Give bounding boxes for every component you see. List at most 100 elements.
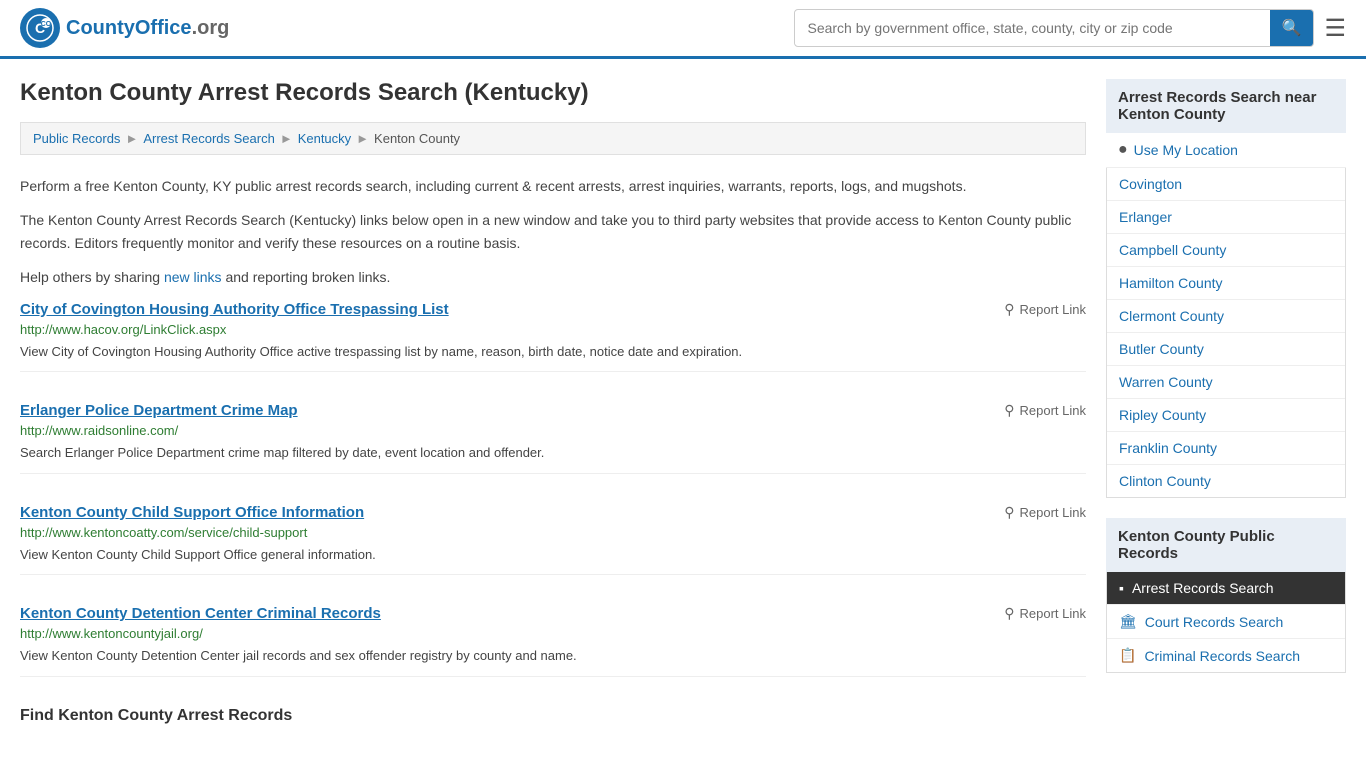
nearby-list-item: Warren County [1107, 366, 1345, 399]
resource-title-1[interactable]: Erlanger Police Department Crime Map [20, 402, 298, 419]
public-records-link-0[interactable]: ▪ Arrest Records Search [1107, 572, 1345, 604]
svg-text:CO: CO [41, 21, 52, 28]
nearby-list-item: Clinton County [1107, 465, 1345, 497]
record-icon-1: 🏛 [1119, 613, 1137, 630]
report-link-0[interactable]: ⚲ Report Link [994, 301, 1086, 318]
find-section-title: Find Kenton County Arrest Records [20, 707, 1086, 725]
record-label-1: Court Records Search [1145, 614, 1284, 630]
nearby-list-item: Butler County [1107, 333, 1345, 366]
public-records-item: 🏛 Court Records Search [1107, 605, 1345, 639]
logo-area: C CO CountyOffice.org [20, 8, 229, 48]
report-link-1[interactable]: ⚲ Report Link [994, 402, 1086, 419]
resource-desc-0: View City of Covington Housing Authority… [20, 342, 1086, 362]
nearby-link-7[interactable]: Ripley County [1107, 399, 1345, 431]
logo-text: CountyOffice.org [66, 17, 229, 40]
record-icon-2: 📋 [1119, 647, 1136, 664]
report-label-1: Report Link [1020, 403, 1086, 418]
main-container: Kenton County Arrest Records Search (Ken… [0, 59, 1366, 745]
nearby-link-3[interactable]: Hamilton County [1107, 267, 1345, 299]
breadcrumb-public-records[interactable]: Public Records [33, 131, 120, 146]
sidebar: Arrest Records Search near Kenton County… [1106, 79, 1346, 725]
report-link-3[interactable]: ⚲ Report Link [994, 605, 1086, 622]
report-label-3: Report Link [1020, 606, 1086, 621]
resources-container: City of Covington Housing Authority Offi… [20, 301, 1086, 677]
nearby-list-item: Clermont County [1107, 300, 1345, 333]
nearby-list: CovingtonErlangerCampbell CountyHamilton… [1106, 168, 1346, 498]
nearby-link-5[interactable]: Butler County [1107, 333, 1345, 365]
search-bar: 🔍 [794, 9, 1314, 47]
breadcrumb-sep-1: ► [125, 131, 138, 146]
breadcrumb-sep-2: ► [280, 131, 293, 146]
public-records-list: ▪ Arrest Records Search 🏛 Court Records … [1106, 572, 1346, 673]
nearby-link-9[interactable]: Clinton County [1107, 465, 1345, 497]
nearby-list-item: Ripley County [1107, 399, 1345, 432]
public-records-link-1[interactable]: 🏛 Court Records Search [1107, 605, 1345, 638]
use-location-item[interactable]: ● Use My Location [1106, 133, 1346, 168]
report-icon-3: ⚲ [1004, 605, 1014, 622]
report-label-0: Report Link [1020, 302, 1086, 317]
resource-entry: Kenton County Child Support Office Infor… [20, 504, 1086, 576]
hamburger-menu-icon[interactable]: ☰ [1324, 14, 1346, 43]
resource-entry: City of Covington Housing Authority Offi… [20, 301, 1086, 373]
new-links-link[interactable]: new links [164, 269, 222, 285]
resource-header: Kenton County Detention Center Criminal … [20, 605, 1086, 622]
nearby-section: Arrest Records Search near Kenton County… [1106, 79, 1346, 498]
report-icon-0: ⚲ [1004, 301, 1014, 318]
nearby-list-item: Covington [1107, 168, 1345, 201]
nearby-link-4[interactable]: Clermont County [1107, 300, 1345, 332]
report-label-2: Report Link [1020, 505, 1086, 520]
nearby-link-2[interactable]: Campbell County [1107, 234, 1345, 266]
resource-url-2: http://www.kentoncoatty.com/service/chil… [20, 525, 1086, 540]
logo-icon: C CO [20, 8, 60, 48]
resource-header: City of Covington Housing Authority Offi… [20, 301, 1086, 318]
nearby-list-item: Campbell County [1107, 234, 1345, 267]
resource-desc-1: Search Erlanger Police Department crime … [20, 443, 1086, 463]
breadcrumb: Public Records ► Arrest Records Search ►… [20, 122, 1086, 155]
breadcrumb-arrest-records[interactable]: Arrest Records Search [143, 131, 275, 146]
public-records-header: Kenton County Public Records [1106, 518, 1346, 572]
record-label-0: Arrest Records Search [1132, 580, 1274, 596]
nearby-list-item: Hamilton County [1107, 267, 1345, 300]
record-icon-0: ▪ [1119, 580, 1124, 596]
resource-title-2[interactable]: Kenton County Child Support Office Infor… [20, 504, 364, 521]
nearby-list-item: Erlanger [1107, 201, 1345, 234]
nearby-list-item: Franklin County [1107, 432, 1345, 465]
description-2: The Kenton County Arrest Records Search … [20, 209, 1086, 254]
resource-title-0[interactable]: City of Covington Housing Authority Offi… [20, 301, 449, 318]
header-right: 🔍 ☰ [794, 9, 1346, 47]
header: C CO CountyOffice.org 🔍 ☰ [0, 0, 1366, 59]
breadcrumb-kentucky[interactable]: Kentucky [298, 131, 351, 146]
location-pin-icon: ● [1118, 141, 1128, 159]
public-records-item: ▪ Arrest Records Search [1107, 572, 1345, 605]
resource-url-3: http://www.kentoncountyjail.org/ [20, 626, 1086, 641]
public-records-section: Kenton County Public Records ▪ Arrest Re… [1106, 518, 1346, 673]
resource-header: Erlanger Police Department Crime Map ⚲ R… [20, 402, 1086, 419]
resource-desc-3: View Kenton County Detention Center jail… [20, 646, 1086, 666]
record-label-2: Criminal Records Search [1144, 648, 1300, 664]
report-link-2[interactable]: ⚲ Report Link [994, 504, 1086, 521]
main-content: Kenton County Arrest Records Search (Ken… [20, 79, 1086, 725]
report-icon-2: ⚲ [1004, 504, 1014, 521]
resource-title-3[interactable]: Kenton County Detention Center Criminal … [20, 605, 381, 622]
description-3: Help others by sharing new links and rep… [20, 266, 1086, 288]
public-records-link-2[interactable]: 📋 Criminal Records Search [1107, 639, 1345, 672]
nearby-link-8[interactable]: Franklin County [1107, 432, 1345, 464]
search-input[interactable] [795, 12, 1269, 44]
resource-desc-2: View Kenton County Child Support Office … [20, 545, 1086, 565]
nearby-header: Arrest Records Search near Kenton County [1106, 79, 1346, 133]
nearby-link-0[interactable]: Covington [1107, 168, 1345, 200]
search-button[interactable]: 🔍 [1270, 10, 1314, 46]
page-title: Kenton County Arrest Records Search (Ken… [20, 79, 1086, 107]
resource-header: Kenton County Child Support Office Infor… [20, 504, 1086, 521]
use-location-label: Use My Location [1134, 142, 1238, 158]
resource-url-1: http://www.raidsonline.com/ [20, 423, 1086, 438]
report-icon-1: ⚲ [1004, 402, 1014, 419]
resource-entry: Kenton County Detention Center Criminal … [20, 605, 1086, 677]
public-records-item: 📋 Criminal Records Search [1107, 639, 1345, 672]
breadcrumb-sep-3: ► [356, 131, 369, 146]
description-1: Perform a free Kenton County, KY public … [20, 175, 1086, 197]
breadcrumb-kenton-county: Kenton County [374, 131, 460, 146]
resource-entry: Erlanger Police Department Crime Map ⚲ R… [20, 402, 1086, 474]
nearby-link-1[interactable]: Erlanger [1107, 201, 1345, 233]
nearby-link-6[interactable]: Warren County [1107, 366, 1345, 398]
